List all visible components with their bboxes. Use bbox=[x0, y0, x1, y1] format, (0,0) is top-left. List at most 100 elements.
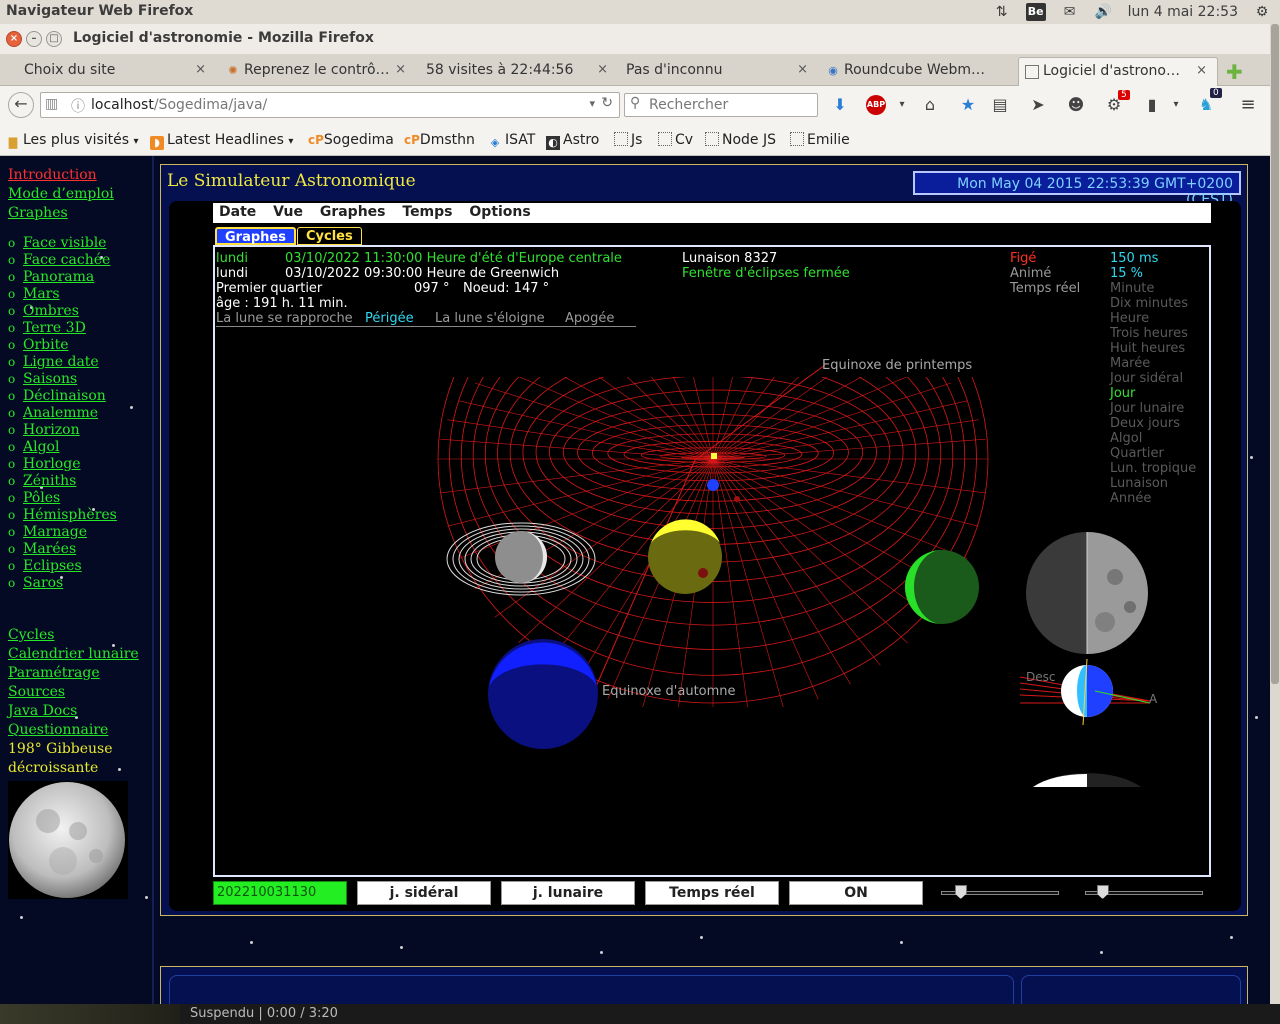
bookmark-star-icon[interactable]: ★ bbox=[956, 94, 980, 116]
nav-link-mars[interactable]: Mars bbox=[23, 286, 60, 302]
simulation-canvas[interactable]: lundi 03/10/2022 11:30:00 Heure d'été d'… bbox=[213, 245, 1211, 877]
nav-link-horizon[interactable]: Horizon bbox=[23, 422, 80, 438]
nav-link-orbite[interactable]: Orbite bbox=[23, 337, 69, 353]
earth-planet[interactable] bbox=[905, 550, 979, 624]
bookmark-cv[interactable]: Cv bbox=[658, 132, 693, 148]
nav-link-mar-es[interactable]: Marées bbox=[23, 541, 76, 557]
tab-cycles[interactable]: Cycles bbox=[297, 227, 362, 245]
volume-icon[interactable]: 🔊 bbox=[1094, 3, 1114, 21]
lunar-day-button[interactable]: j. lunaire bbox=[501, 881, 635, 905]
window-minimize-icon[interactable]: – bbox=[26, 31, 42, 47]
nav-link-h-misph-res[interactable]: Hémisphères bbox=[23, 507, 117, 523]
home-icon[interactable]: ⌂ bbox=[918, 94, 942, 116]
nav-link-horloge[interactable]: Horloge bbox=[23, 456, 80, 472]
nav-link-algol[interactable]: Algol bbox=[23, 439, 59, 455]
bookmark-dmsthn[interactable]: cPDmsthn bbox=[404, 132, 475, 148]
browser-tab[interactable]: ✺ Reprenez le contrô… × bbox=[220, 57, 416, 86]
menu-graphes[interactable]: Graphes bbox=[314, 203, 392, 220]
nav-link-p-les[interactable]: Pôles bbox=[23, 490, 60, 506]
chat-icon[interactable]: ☻ bbox=[1064, 94, 1088, 116]
tab-close-icon[interactable]: × bbox=[1196, 63, 1207, 78]
nav-link-questionnaire[interactable]: Questionnaire bbox=[8, 721, 153, 740]
bookmark-astro[interactable]: ◐ Astro bbox=[546, 132, 599, 150]
menu-vue[interactable]: Vue bbox=[267, 203, 309, 220]
bookmark-sogedima[interactable]: cPSogedima bbox=[308, 132, 394, 148]
nav-link-introduction[interactable]: Introduction bbox=[8, 166, 153, 185]
speed-slider[interactable] bbox=[941, 885, 1059, 899]
tab-close-icon[interactable]: × bbox=[195, 62, 206, 77]
settings-gear-icon[interactable]: ⚙ bbox=[1252, 3, 1272, 21]
site-info-icon[interactable]: ⓘ bbox=[71, 96, 85, 116]
sun-marker[interactable] bbox=[711, 453, 717, 459]
venus-planet[interactable] bbox=[648, 519, 722, 594]
zoom-slider[interactable] bbox=[1085, 885, 1203, 899]
tab-close-icon[interactable]: × bbox=[797, 62, 808, 77]
adblock-icon[interactable]: ABP bbox=[866, 95, 886, 115]
reading-list-icon[interactable]: ▤ bbox=[988, 94, 1012, 116]
nav-link-graphes[interactable]: Graphes bbox=[8, 204, 153, 223]
indicator-be-icon[interactable]: Be bbox=[1025, 3, 1046, 21]
browser-tab-active[interactable]: Logiciel d'astrono… × bbox=[1018, 57, 1218, 86]
mars-small[interactable] bbox=[734, 496, 740, 502]
search-input[interactable]: ⚲ Rechercher bbox=[624, 93, 818, 117]
nav-link-d-clinaison[interactable]: Déclinaison bbox=[23, 388, 106, 404]
send-icon[interactable]: ➤ bbox=[1026, 94, 1050, 116]
slider-knob[interactable] bbox=[954, 885, 967, 899]
window-maximize-icon[interactable]: □ bbox=[46, 31, 62, 47]
hamburger-menu-icon[interactable]: ≡ bbox=[1236, 94, 1260, 116]
nav-link-face-cach-e[interactable]: Face cachée bbox=[23, 252, 110, 268]
chevron-down-icon[interactable]: ▾ bbox=[890, 94, 914, 116]
nav-link-javadocs[interactable]: Java Docs bbox=[8, 702, 153, 721]
chevron-down-icon[interactable]: ▾ bbox=[1164, 94, 1188, 116]
page-scrollbar[interactable] bbox=[1270, 24, 1280, 1014]
saturn-planet[interactable] bbox=[446, 522, 596, 596]
download-icon[interactable]: ⬇ bbox=[828, 94, 852, 116]
nav-link-saros[interactable]: Saros bbox=[23, 575, 63, 591]
url-bar[interactable]: ▥ ⓘ localhost/Sogedima/java/ ▾ ↻ bbox=[40, 92, 620, 118]
bookmark-latest-headlines[interactable]: ◗ Latest Headlines ▾ bbox=[150, 132, 293, 150]
nav-link-saisons[interactable]: Saisons bbox=[23, 371, 77, 387]
bookmark-isat[interactable]: ◈ ISAT bbox=[488, 132, 536, 150]
tab-graphes[interactable]: Graphes bbox=[215, 227, 296, 245]
neptune-planet[interactable] bbox=[488, 639, 598, 749]
nav-link-ligne-date[interactable]: Ligne date bbox=[23, 354, 99, 370]
earth-small[interactable] bbox=[707, 479, 719, 491]
nav-link-analemme[interactable]: Analemme bbox=[23, 405, 98, 421]
window-close-icon[interactable]: × bbox=[6, 31, 22, 47]
new-tab-plus-icon[interactable]: ✚ bbox=[1226, 60, 1243, 84]
nav-link-z-niths[interactable]: Zéniths bbox=[23, 473, 76, 489]
nav-link-terre-3d[interactable]: Terre 3D bbox=[23, 320, 86, 336]
nav-link-panorama[interactable]: Panorama bbox=[23, 269, 94, 285]
history-dropdown-icon[interactable]: ▾ bbox=[589, 97, 595, 110]
os-clock[interactable]: lun 4 mai 22:53 bbox=[1128, 4, 1238, 20]
browser-tab[interactable]: Choix du site × bbox=[0, 57, 216, 86]
clipboard-icon[interactable]: ▮ bbox=[1140, 94, 1164, 116]
reload-icon[interactable]: ↻ bbox=[601, 95, 613, 111]
nav-link-calendrier[interactable]: Calendrier lunaire bbox=[8, 645, 153, 664]
browser-tab[interactable]: Pas d'inconnu × bbox=[602, 57, 818, 86]
menu-temps[interactable]: Temps bbox=[396, 203, 458, 220]
sidebar-icon[interactable]: ▥ bbox=[45, 96, 58, 112]
nav-link-face-visible[interactable]: Face visible bbox=[23, 235, 106, 251]
sidereal-day-button[interactable]: j. sidéral bbox=[357, 881, 491, 905]
bookmark-most-visited[interactable]: ▇ Les plus visités ▾ bbox=[6, 132, 139, 150]
mail-icon[interactable]: ✉ bbox=[1060, 3, 1080, 21]
nav-link-marnage[interactable]: Marnage bbox=[23, 524, 87, 540]
bookmark-js[interactable]: Js bbox=[614, 132, 642, 148]
on-button[interactable]: ON bbox=[789, 881, 923, 905]
browser-tab[interactable]: ◉ Roundcube Webm… bbox=[820, 57, 1016, 86]
slider-knob[interactable] bbox=[1096, 885, 1109, 899]
back-arrow-icon[interactable]: ← bbox=[8, 92, 34, 118]
nav-link-mode-emploi[interactable]: Mode d’emploi bbox=[8, 185, 153, 204]
nav-link-eclipses[interactable]: Eclipses bbox=[23, 558, 82, 574]
bookmark-nodejs[interactable]: Node JS bbox=[705, 132, 776, 148]
browser-tab[interactable]: 58 visites à 22:44:56 × bbox=[402, 57, 618, 86]
bookmark-emilie[interactable]: Emilie bbox=[790, 132, 850, 148]
nav-link-cycles[interactable]: Cycles bbox=[8, 626, 153, 645]
menu-options[interactable]: Options bbox=[463, 203, 536, 220]
scrollbar-thumb[interactable] bbox=[1271, 24, 1279, 684]
network-icon[interactable]: ⇅ bbox=[992, 3, 1012, 21]
nav-link-parametrage[interactable]: Paramétrage bbox=[8, 664, 153, 683]
realtime-button[interactable]: Temps réel bbox=[645, 881, 779, 905]
nav-link-sources[interactable]: Sources bbox=[8, 683, 153, 702]
